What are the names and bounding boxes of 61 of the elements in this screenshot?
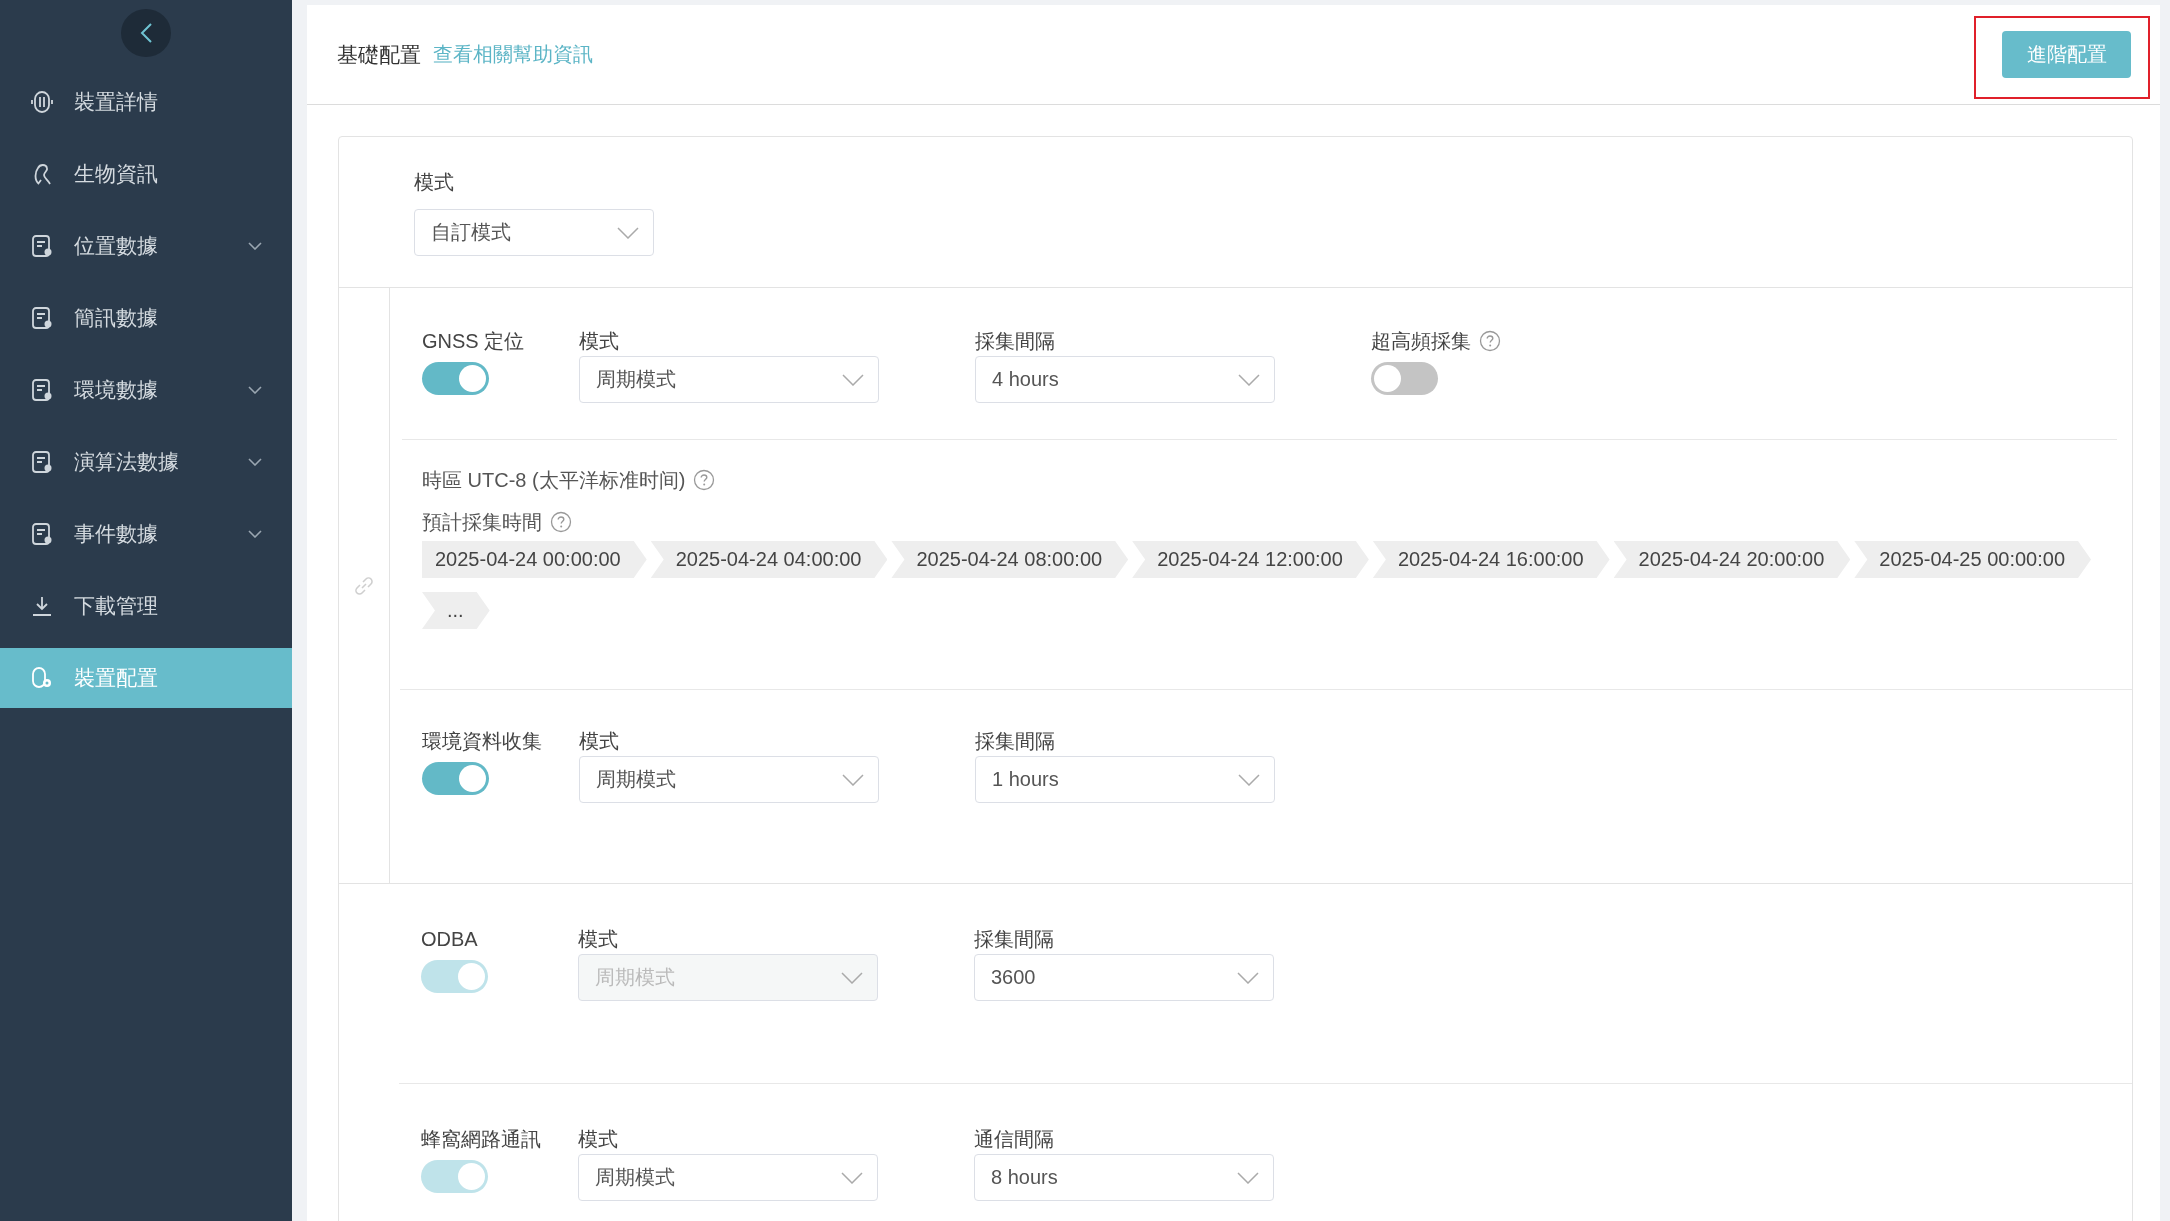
field-label: 採集間隔 — [974, 927, 1055, 952]
document-icon — [30, 378, 54, 402]
dropdown[interactable]: 1 hours — [975, 756, 1275, 803]
section-label: 環境資料收集 — [422, 729, 543, 754]
chevron-down-icon — [841, 971, 863, 984]
field-label: 模式 — [414, 170, 455, 195]
chevron-down-icon — [1238, 773, 1260, 786]
chevron-down-icon — [1238, 373, 1260, 386]
dropdown[interactable]: 自訂模式 — [414, 209, 654, 256]
collapse-button[interactable] — [121, 9, 171, 57]
field-label: 超高頻採集 — [1371, 329, 1471, 354]
dropdown[interactable]: 4 hours — [975, 356, 1275, 403]
document-icon — [30, 234, 54, 258]
toggle-switch[interactable] — [422, 762, 489, 795]
document-icon — [30, 522, 54, 546]
chevron-left-icon — [139, 22, 153, 44]
help-icon — [550, 511, 572, 533]
field-label: 採集間隔 — [975, 729, 1056, 754]
sidebar-item[interactable]: 下載管理 — [0, 576, 292, 636]
field-label: 採集間隔 — [975, 329, 1056, 354]
toggle-switch[interactable] — [422, 362, 489, 395]
time-tag: 2025-04-24 08:00:00 — [891, 541, 1129, 578]
document-icon — [30, 450, 54, 474]
time-tag: 2025-04-24 00:00:00 — [422, 541, 647, 578]
time-tag: 2025-04-24 20:00:00 — [1613, 541, 1851, 578]
device-icon — [30, 90, 54, 114]
section-label: GNSS 定位 — [422, 329, 526, 354]
time-tag: 2025-04-24 16:00:00 — [1372, 541, 1610, 578]
field-label: 模式 — [579, 729, 620, 754]
time-tag: 2025-04-24 04:00:00 — [650, 541, 888, 578]
chevron-down-icon — [1237, 971, 1259, 984]
sidebar-item[interactable]: 生物資訊 — [0, 144, 292, 204]
section-label: ODBA — [421, 927, 479, 952]
chevron-down-icon — [841, 1171, 863, 1184]
sidebar-item[interactable]: 事件數據 — [0, 504, 292, 564]
toggle-switch[interactable] — [1371, 362, 1438, 395]
field-label: 模式 — [579, 329, 620, 354]
field-label: 模式 — [578, 1127, 619, 1152]
timezone-label: 時區 UTC-8 (太平洋标准时间) — [422, 467, 686, 493]
sidebar-item[interactable]: 位置數據 — [0, 216, 292, 276]
sidebar-item[interactable]: 演算法數據 — [0, 432, 292, 492]
time-tag: 2025-04-24 12:00:00 — [1132, 541, 1369, 578]
sidebar-item[interactable]: 簡訊數據 — [0, 288, 292, 348]
dropdown[interactable]: 周期模式 — [579, 356, 879, 403]
time-tag: 2025-04-25 00:00:00 — [1854, 541, 2092, 578]
dropdown[interactable]: 周期模式 — [579, 756, 879, 803]
chevron-down-icon — [1237, 1171, 1259, 1184]
time-tag: ... — [422, 592, 490, 629]
schedule-label: 預計採集時間 — [422, 509, 542, 535]
field-label: 通信間隔 — [974, 1127, 1055, 1152]
sidebar-item[interactable]: 環境數據 — [0, 360, 292, 420]
chevron-down-icon — [842, 773, 864, 786]
help-icon — [693, 469, 716, 491]
chevron-down-icon — [617, 226, 639, 239]
section-label: 蜂窩網路通訊 — [421, 1127, 542, 1152]
page-title: 基礎配置 — [337, 41, 421, 68]
sidebar-item[interactable]: 裝置詳情 — [0, 72, 292, 132]
download-icon — [30, 594, 54, 618]
document-icon — [30, 306, 54, 330]
chevron-down-icon — [842, 373, 864, 386]
field-label: 模式 — [578, 927, 619, 952]
